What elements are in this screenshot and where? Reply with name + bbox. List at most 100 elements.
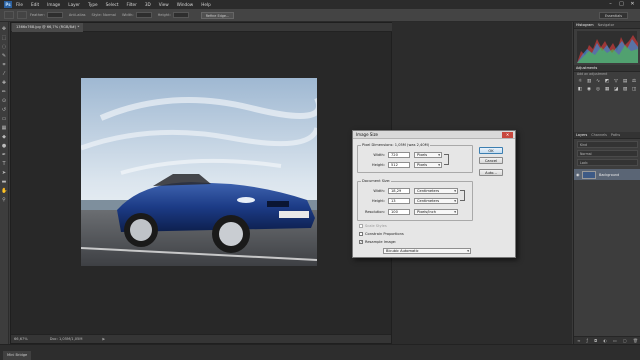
tab-channels[interactable]: Channels bbox=[591, 133, 607, 137]
threshold-icon[interactable]: ◫ bbox=[631, 87, 637, 93]
new-adjustment-icon[interactable]: ◐ bbox=[603, 338, 607, 343]
pixel-height-input[interactable]: 512 bbox=[388, 162, 410, 168]
menu-filter[interactable]: Filter bbox=[126, 2, 136, 7]
constrain-proportions-checkbox[interactable]: Constrain Proportions bbox=[359, 232, 404, 236]
dialog-close-icon[interactable]: ✕ bbox=[502, 132, 513, 138]
feather-input[interactable] bbox=[46, 12, 63, 18]
canvas-area[interactable] bbox=[11, 32, 391, 328]
link-layers-icon[interactable]: ∞ bbox=[577, 338, 580, 343]
marquee-tool-icon[interactable] bbox=[4, 11, 14, 19]
resample-image-box[interactable]: ✓ bbox=[359, 240, 363, 244]
curves-icon[interactable]: ∿ bbox=[595, 79, 601, 85]
antialias-option[interactable]: Anti-alias bbox=[69, 13, 86, 17]
brightness-icon[interactable]: ☼ bbox=[577, 79, 583, 85]
pixel-height-unit-select[interactable]: Pixels bbox=[414, 162, 442, 168]
selection-mode-icon[interactable] bbox=[17, 11, 27, 19]
type-tool-icon[interactable]: T bbox=[1, 161, 7, 167]
mini-bridge-tab[interactable]: Mini Bridge bbox=[3, 351, 32, 360]
menu-layer[interactable]: Layer bbox=[68, 2, 80, 7]
blend-mode-select[interactable]: Normal bbox=[577, 150, 638, 157]
pen-tool-icon[interactable]: ✒ bbox=[1, 152, 7, 158]
photo-filter-icon[interactable]: ◉ bbox=[586, 87, 592, 93]
dodge-tool-icon[interactable]: ● bbox=[1, 143, 7, 149]
hue-saturation-icon[interactable]: ▤ bbox=[622, 79, 628, 85]
path-select-tool-icon[interactable]: ➤ bbox=[1, 170, 7, 176]
layer-style-icon[interactable]: ƒ bbox=[587, 338, 588, 343]
minimize-icon[interactable]: – bbox=[606, 1, 615, 8]
blur-tool-icon[interactable]: ◆ bbox=[1, 134, 7, 140]
eraser-tool-icon[interactable]: ▭ bbox=[1, 116, 7, 122]
color-lookup-icon[interactable]: ▦ bbox=[604, 87, 610, 93]
workspace-switcher[interactable]: Essentials bbox=[599, 12, 628, 19]
resolution-unit-select[interactable]: Pixels/Inch bbox=[414, 209, 458, 215]
refine-edge-button[interactable]: Refine Edge... bbox=[200, 11, 235, 19]
pixel-width-input[interactable]: 720 bbox=[388, 152, 410, 158]
history-brush-icon[interactable]: ↺ bbox=[1, 107, 7, 113]
lasso-tool-icon[interactable]: ◌ bbox=[1, 44, 7, 50]
menu-type[interactable]: Type bbox=[88, 2, 98, 7]
tab-layers[interactable]: Layers bbox=[576, 133, 587, 137]
style-select[interactable]: Normal bbox=[103, 13, 116, 17]
menu-help[interactable]: Help bbox=[201, 2, 211, 7]
zoom-tool-icon[interactable]: ⚲ bbox=[1, 197, 7, 203]
channel-mixer-icon[interactable]: ◎ bbox=[595, 87, 601, 93]
cancel-button[interactable]: Cancel bbox=[479, 157, 503, 164]
tab-adjustments[interactable]: Adjustments bbox=[576, 66, 597, 70]
constrain-proportions-box[interactable] bbox=[359, 232, 363, 236]
exposure-icon[interactable]: ◩ bbox=[604, 79, 610, 85]
resolution-input[interactable]: 100 bbox=[388, 209, 410, 215]
healing-tool-icon[interactable]: ✚ bbox=[1, 80, 7, 86]
menu-view[interactable]: View bbox=[159, 2, 169, 7]
gradient-tool-icon[interactable]: ▦ bbox=[1, 125, 7, 131]
auto-button[interactable]: Auto... bbox=[479, 169, 503, 176]
quick-select-tool-icon[interactable]: ✎ bbox=[1, 53, 7, 59]
width-input[interactable] bbox=[135, 12, 152, 18]
doc-width-unit-select[interactable]: Centimeters bbox=[414, 188, 458, 194]
tab-paths[interactable]: Paths bbox=[611, 133, 620, 137]
tab-histogram[interactable]: Histogram bbox=[576, 23, 594, 27]
hand-tool-icon[interactable]: ✋ bbox=[1, 188, 7, 194]
add-mask-icon[interactable]: ◘ bbox=[594, 338, 597, 343]
scale-styles-checkbox[interactable]: Scale Styles bbox=[359, 224, 387, 228]
resample-image-checkbox[interactable]: ✓ Resample Image: bbox=[359, 240, 396, 244]
maximize-icon[interactable]: □ bbox=[617, 1, 626, 8]
marquee-tool-icon[interactable]: ⬚ bbox=[1, 35, 7, 41]
close-icon[interactable]: ✕ bbox=[628, 1, 637, 8]
new-group-icon[interactable]: ▭ bbox=[613, 338, 617, 343]
menu-image[interactable]: Image bbox=[47, 2, 60, 7]
layer-row[interactable]: ◉ Background bbox=[574, 169, 640, 180]
clone-tool-icon[interactable]: ⊙ bbox=[1, 98, 7, 104]
shape-tool-icon[interactable]: ▬ bbox=[1, 179, 7, 185]
height-input[interactable] bbox=[172, 12, 189, 18]
tab-navigator[interactable]: Navigator bbox=[598, 23, 615, 27]
document-tab[interactable]: 1366x768.jpg @ 66,7% (RGB/8#) * bbox=[12, 23, 84, 32]
move-tool-icon[interactable]: ✥ bbox=[1, 26, 7, 32]
invert-icon[interactable]: ◪ bbox=[613, 87, 619, 93]
ok-button[interactable]: OK bbox=[479, 147, 503, 154]
status-menu-arrow-icon[interactable]: ▶ bbox=[102, 337, 105, 341]
eyedropper-tool-icon[interactable]: ⁄ bbox=[1, 71, 7, 77]
menu-window[interactable]: Window bbox=[177, 2, 194, 7]
menu-edit[interactable]: Edit bbox=[31, 2, 39, 7]
posterize-icon[interactable]: ▧ bbox=[622, 87, 628, 93]
brush-tool-icon[interactable]: ✏ bbox=[1, 89, 7, 95]
menu-select[interactable]: Select bbox=[106, 2, 119, 7]
delete-layer-icon[interactable]: 🗑 bbox=[633, 338, 638, 343]
layer-kind-filter[interactable]: Kind bbox=[577, 141, 638, 148]
color-balance-icon[interactable]: ⚖ bbox=[631, 79, 637, 85]
lock-options[interactable]: Lock: bbox=[577, 159, 638, 166]
resample-method-select[interactable]: Bicubic Automatic bbox=[383, 248, 471, 254]
crop-tool-icon[interactable]: ⌗ bbox=[1, 62, 7, 68]
pixel-width-unit-select[interactable]: Pixels bbox=[414, 152, 442, 158]
menu-file[interactable]: File bbox=[16, 2, 23, 7]
vibrance-icon[interactable]: ▽ bbox=[613, 79, 619, 85]
zoom-level[interactable]: 66,67% bbox=[14, 337, 28, 341]
menu-3d[interactable]: 3D bbox=[145, 2, 151, 7]
levels-icon[interactable]: ▥ bbox=[586, 79, 592, 85]
black-white-icon[interactable]: ◧ bbox=[577, 87, 583, 93]
doc-height-unit-select[interactable]: Centimeters bbox=[414, 198, 458, 204]
new-layer-icon[interactable]: ▢ bbox=[623, 338, 627, 343]
scale-styles-box[interactable] bbox=[359, 224, 363, 228]
doc-height-input[interactable]: 13 bbox=[388, 198, 410, 204]
doc-width-input[interactable]: 18,29 bbox=[388, 188, 410, 194]
